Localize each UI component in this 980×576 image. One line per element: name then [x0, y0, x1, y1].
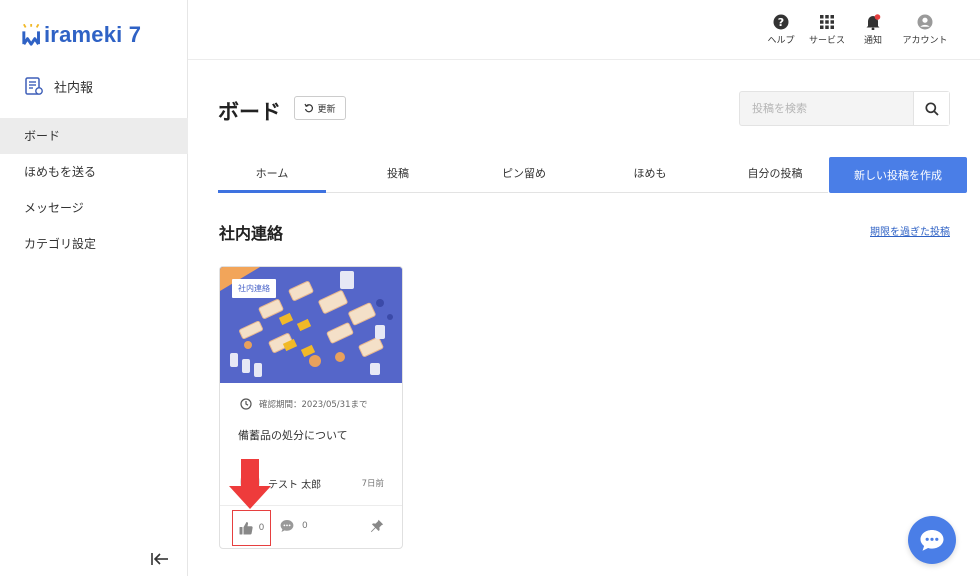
refresh-button[interactable]: 更新	[294, 96, 346, 120]
sidebar-nav: ボード ほめもを送る メッセージ カテゴリ設定	[0, 118, 188, 262]
grid-icon	[820, 15, 834, 29]
deadline-text: 確認期間：2023/05/31まで	[259, 400, 368, 410]
svg-text:?: ?	[778, 16, 784, 29]
help-icon: ?	[773, 14, 789, 30]
chat-bubble-icon	[920, 530, 944, 551]
post-title[interactable]: 備蓄品の処分について	[238, 427, 348, 443]
help-label: ヘルプ	[767, 36, 795, 46]
deadline: 確認期間：2023/05/31まで	[240, 398, 368, 410]
tab-homemo[interactable]: ほめも	[578, 156, 722, 192]
account-label: アカウント	[902, 36, 948, 46]
category-badge: 社内連絡	[232, 279, 276, 298]
new-post-button[interactable]: 新しい投稿を作成	[829, 157, 967, 193]
newsletter-icon	[25, 77, 43, 95]
bell-icon	[866, 14, 881, 30]
app-title-label: 社内報	[54, 80, 94, 96]
notifications-button[interactable]: 通知	[850, 14, 896, 46]
sidebar-item-category-settings[interactable]: カテゴリ設定	[0, 226, 188, 262]
thumbs-up-icon	[239, 522, 253, 535]
services-button[interactable]: サービス	[804, 14, 850, 46]
comment-button[interactable]: 0	[280, 519, 308, 533]
search-button[interactable]	[913, 92, 949, 125]
top-icons: ? ヘルプ サービス 通知 アカウント	[758, 14, 954, 46]
post-thumbnail: 社内連絡	[220, 267, 402, 383]
collapse-sidebar-icon[interactable]	[150, 551, 170, 567]
board-tabs: ホーム 投稿 ピン留め ほめも 自分の投稿	[218, 156, 828, 193]
sidebar-item-messages[interactable]: メッセージ	[0, 190, 188, 226]
card-footer: 0 0	[220, 507, 402, 548]
top-bar: ? ヘルプ サービス 通知 アカウント	[188, 0, 980, 60]
refresh-icon	[304, 103, 314, 113]
brand-name: irameki 7	[44, 22, 142, 47]
services-label: サービス	[808, 36, 845, 46]
expired-posts-link[interactable]: 期限を過ぎた投稿	[870, 223, 950, 238]
sidebar: irameki 7 社内報 ボード ほめもを送る メッセージ カテゴリ設定	[0, 0, 188, 576]
app-title[interactable]: 社内報	[24, 76, 93, 96]
post-author: テスト 太郎	[268, 480, 322, 491]
search-icon	[924, 101, 939, 116]
chat-button[interactable]	[908, 516, 956, 564]
like-count: 0	[258, 523, 265, 533]
tab-pinned[interactable]: ピン留め	[470, 156, 578, 192]
account-button[interactable]: アカウント	[896, 14, 954, 46]
refresh-label: 更新	[317, 104, 336, 115]
search-box	[739, 91, 950, 126]
comment-icon	[280, 520, 294, 532]
sidebar-item-board[interactable]: ボード	[0, 118, 188, 154]
clock-icon	[240, 398, 252, 410]
post-time: 7日前	[361, 479, 384, 489]
sidebar-item-send-homemo[interactable]: ほめもを送る	[0, 154, 188, 190]
highlight-arrow	[229, 459, 271, 509]
search-input[interactable]	[740, 92, 913, 125]
page-title: ボード	[218, 100, 281, 124]
help-button[interactable]: ? ヘルプ	[758, 14, 804, 46]
notifications-label: 通知	[863, 36, 882, 46]
tab-posts[interactable]: 投稿	[326, 156, 470, 192]
tab-my-posts[interactable]: 自分の投稿	[722, 156, 828, 192]
tab-home[interactable]: ホーム	[218, 156, 326, 193]
like-button[interactable]: 0	[232, 510, 271, 546]
section-title: 社内連絡	[219, 224, 284, 243]
pin-button[interactable]	[370, 518, 384, 537]
account-icon	[917, 14, 933, 30]
brand-logo[interactable]: irameki 7	[22, 24, 141, 46]
comment-count: 0	[302, 521, 308, 531]
pin-icon	[370, 519, 384, 533]
logo-mark-icon	[22, 24, 40, 46]
